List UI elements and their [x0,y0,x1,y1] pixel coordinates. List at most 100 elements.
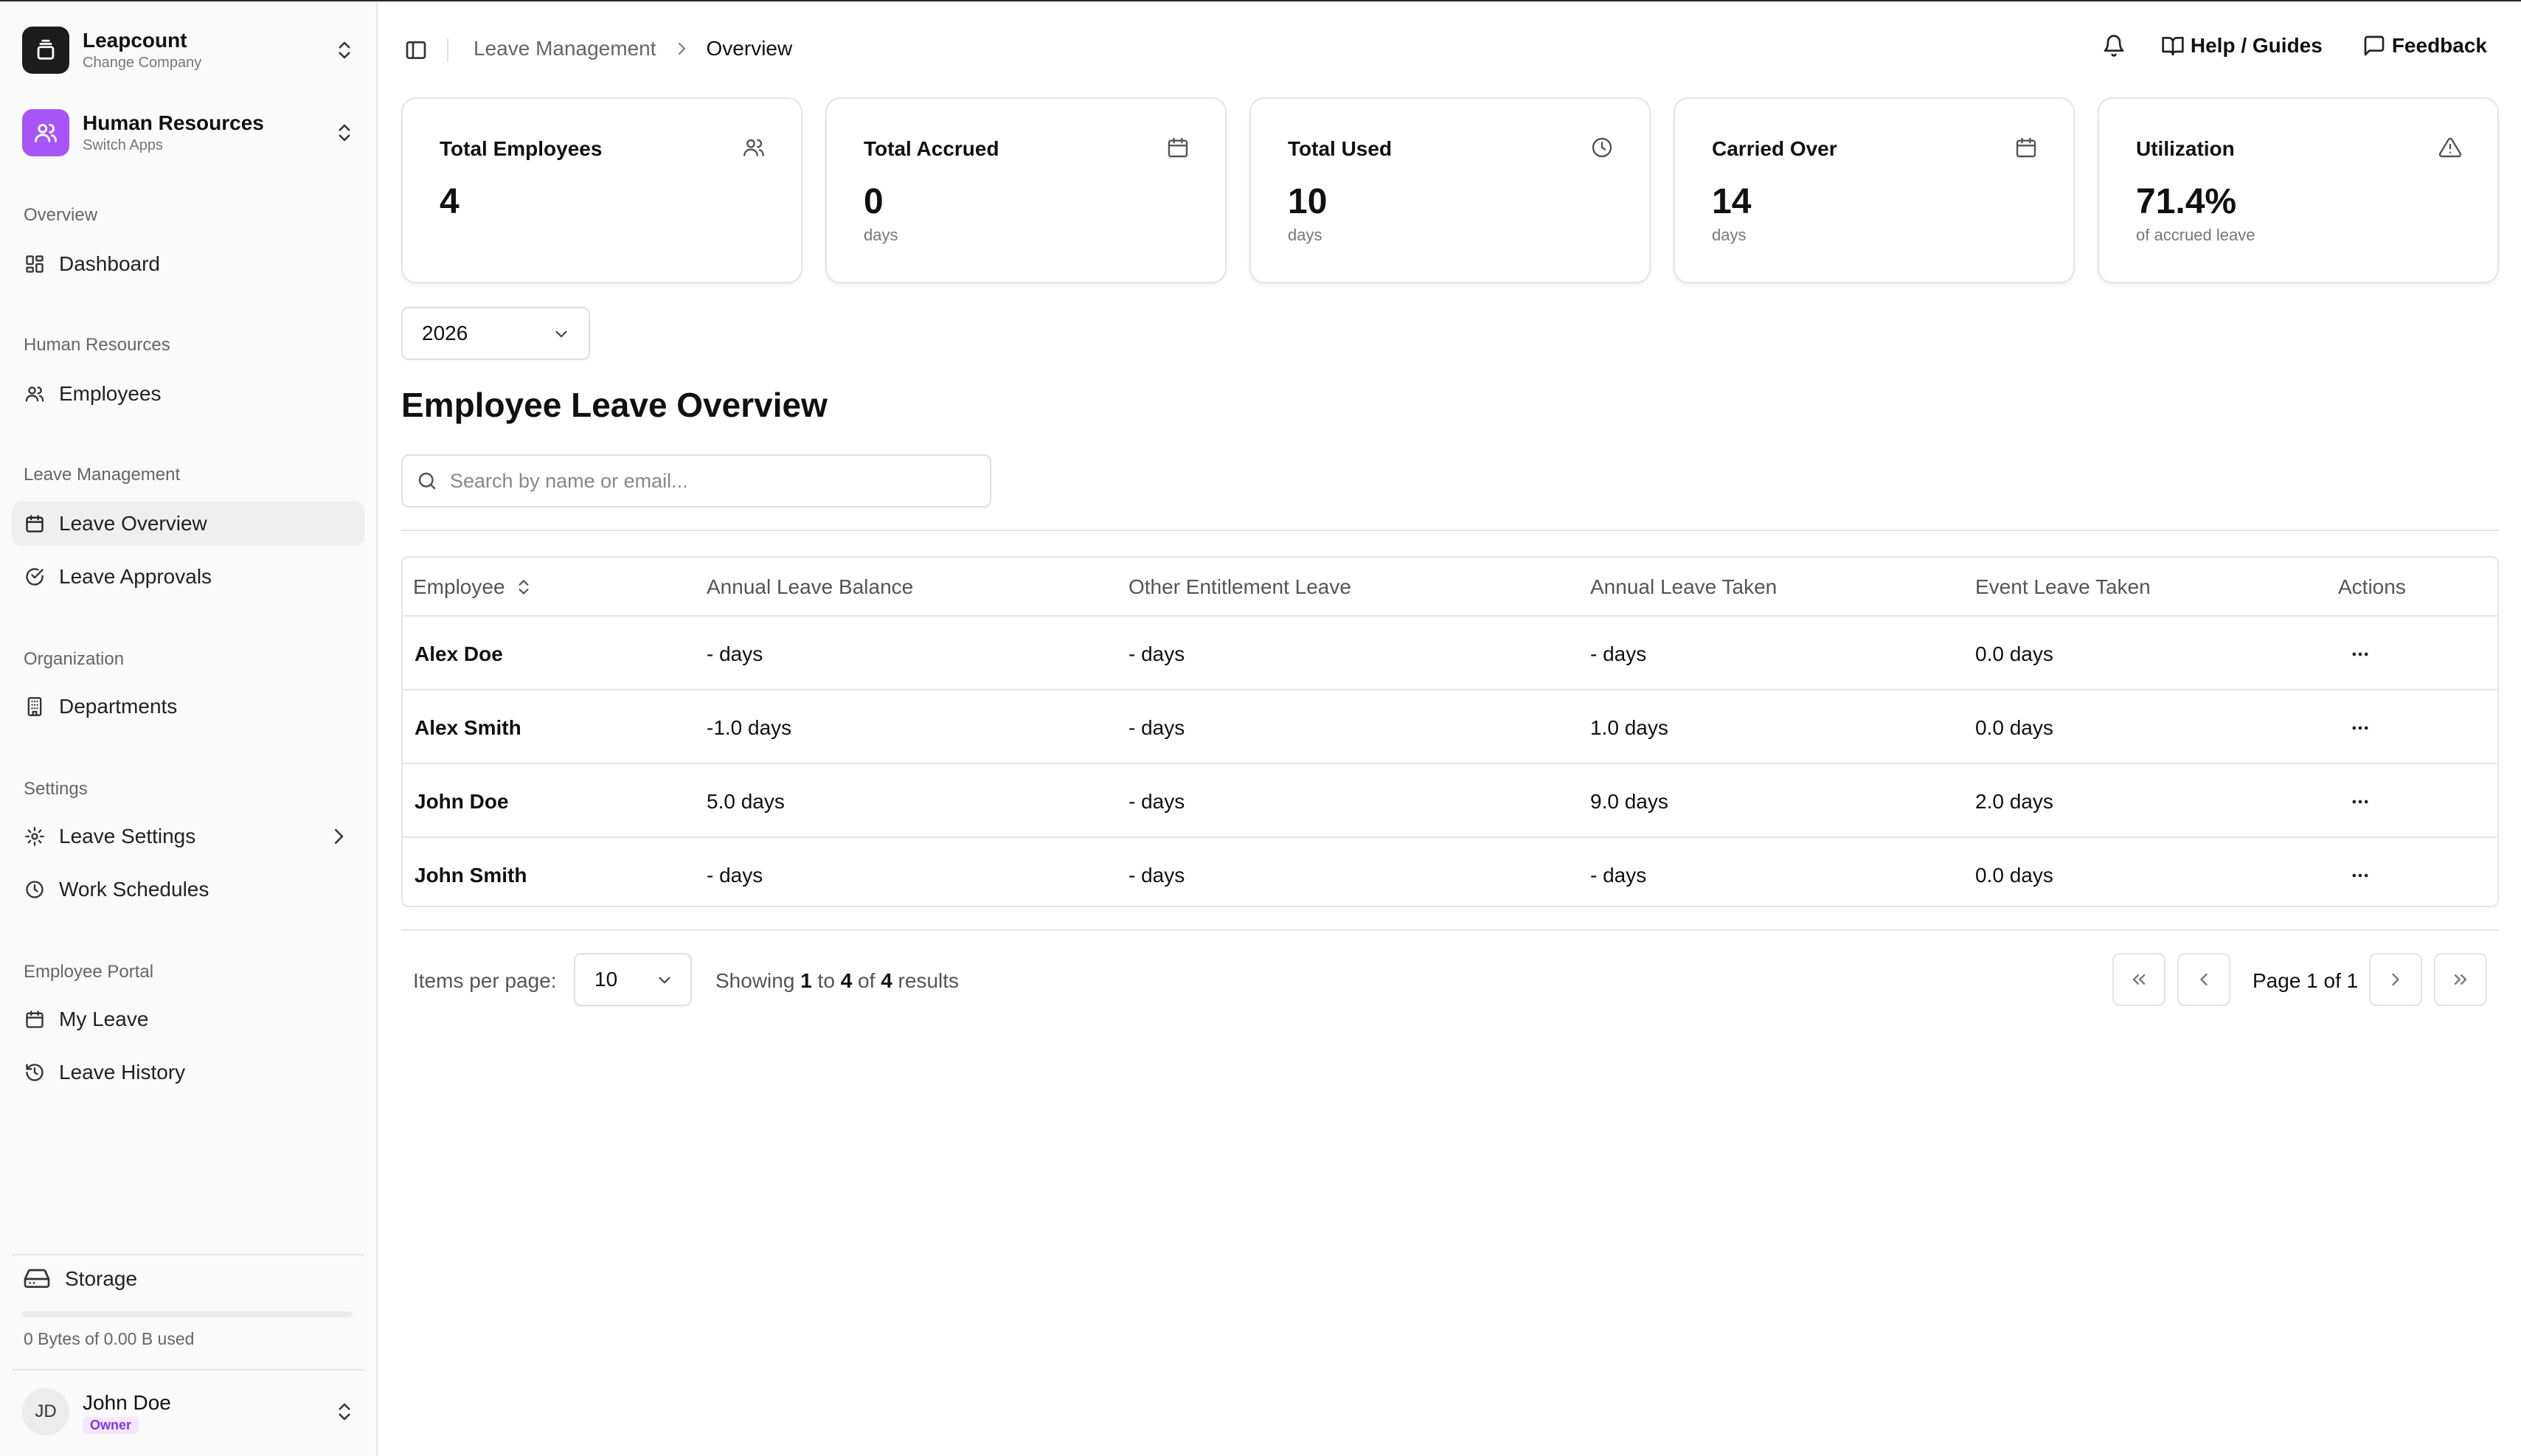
clock-icon [1592,137,1612,158]
sidebar-item-leave-settings[interactable]: Leave Settings [12,814,364,859]
stat-value: 14 [1712,182,1752,221]
breadcrumb-item-leave-management[interactable]: Leave Management [474,37,656,60]
stat-card-total-accrued: Total Accrued 0 days [825,97,1227,283]
results-to: 4 [840,969,853,992]
feedback-button[interactable]: Feedback [2362,34,2487,58]
bell-icon[interactable] [2102,34,2126,58]
cell-employee: John Doe [415,790,509,813]
chevron-down-icon [659,977,670,984]
cell-other-entitlement-leave: - days [1128,790,1185,813]
book-open-icon [2162,37,2184,56]
last-page-button[interactable] [2434,953,2487,1006]
sort-icon [519,580,529,594]
cell-employee: Alex Smith [415,716,521,739]
breadcrumb: Leave Management Overview [474,37,792,60]
search-input[interactable] [450,469,966,493]
stat-title: Utilization [2136,137,2235,160]
sidebar-item-leave-overview[interactable]: Leave Overview [12,502,364,546]
cell-annual-leave-balance: - days [707,642,763,665]
stat-card-utilization: Utilization 71.4% of accrued leave [2098,97,2499,283]
app-switcher[interactable]: Human Resources Switch Apps [22,105,356,161]
results-of-word: of [858,969,875,992]
divider [447,38,448,62]
building-icon [24,696,46,718]
table-row: Alex Smith -1.0 days - days 1.0 days 0.0… [403,692,2497,764]
stat-title: Total Accrued [864,137,999,160]
sidebar-item-dashboard[interactable]: Dashboard [12,242,364,286]
more-actions-icon[interactable] [2345,639,2375,669]
sidebar-item-label: Employees [59,382,162,405]
results-word: results [898,969,960,992]
table-row: Alex Doe - days - days - days 0.0 days [403,618,2497,690]
section-label-organization: Organization [24,649,125,669]
chevron-left-icon [2200,973,2208,986]
results-to-word: to [817,969,835,992]
hard-drive-icon [24,1269,50,1288]
column-header-label: Employee [413,575,505,598]
cell-annual-leave-balance: -1.0 days [707,716,792,739]
stat-card-total-used: Total Used 10 days [1249,97,1651,283]
column-header-employee[interactable]: Employee [413,558,533,617]
sidebar-item-my-leave[interactable]: My Leave [12,997,364,1041]
sidebar-item-label: Leave Approvals [59,565,212,588]
calendar-icon [24,1008,46,1030]
cell-event-leave-taken: 0.0 days [1975,864,2053,887]
feedback-label: Feedback [2391,34,2487,57]
year-select[interactable]: 2026 [401,307,590,360]
column-header-other-entitlement-leave: Other Entitlement Leave [1128,575,1351,598]
help-guides-button[interactable]: Help / Guides [2161,34,2323,58]
sidebar-item-departments[interactable]: Departments [12,684,364,729]
stat-value: 71.4% [2136,182,2237,221]
cell-employee: John Smith [415,864,527,887]
chevrons-left-icon [2132,974,2146,985]
sidebar-item-employees[interactable]: Employees [12,372,364,416]
stat-card-carried-over: Carried Over 14 days [1674,97,2075,283]
chevron-right-icon [2392,973,2399,986]
section-label-human-resources: Human Resources [24,335,170,355]
stat-subtitle: days [864,226,898,244]
pagination: Items per page: 10 Showing 1 to 4 of 4 r… [401,953,2499,1009]
sidebar-item-leave-history[interactable]: Leave History [12,1050,364,1095]
sidebar-item-label: Leave Settings [59,825,196,847]
sidebar-toggle-icon[interactable] [404,38,428,62]
gear-icon [24,825,46,847]
user-name: John Doe [83,1390,171,1414]
more-actions-icon[interactable] [2345,787,2375,817]
stat-card-total-employees: Total Employees 4 [401,97,802,283]
chevron-down-icon [555,330,567,338]
message-square-icon [2364,35,2385,56]
items-per-page-select[interactable]: 10 [574,953,692,1006]
users-icon [24,383,46,405]
sidebar-item-leave-approvals[interactable]: Leave Approvals [12,555,364,599]
user-menu[interactable]: JD John Doe Owner [22,1387,356,1437]
history-icon [24,1061,46,1084]
results-summary: Showing 1 to 4 of 4 results [715,969,959,993]
stat-title: Total Used [1288,137,1393,160]
storage-link[interactable]: Storage [22,1267,137,1291]
company-logo-icon [22,27,69,74]
search-box[interactable] [401,454,991,507]
section-label-leave-management: Leave Management [24,465,181,485]
page-indicator: Page 1 of 1 [2253,969,2359,992]
calendar-icon [1168,137,1188,158]
cell-annual-leave-balance: - days [707,864,763,887]
results-total: 4 [881,969,892,992]
more-actions-icon[interactable] [2345,713,2375,743]
first-page-button[interactable] [2112,953,2165,1006]
company-switcher[interactable]: Leapcount Change Company [22,22,356,78]
sidebar-item-work-schedules[interactable]: Work Schedules [12,867,364,912]
chevrons-up-down-icon [339,41,350,59]
page-title: Employee Leave Overview [401,386,828,424]
sidebar-item-label: Dashboard [59,252,160,275]
stat-value: 10 [1288,182,1328,221]
previous-page-button[interactable] [2177,953,2230,1006]
divider [12,1369,364,1370]
storage-label: Storage [65,1267,138,1290]
next-page-button[interactable] [2369,953,2422,1006]
items-per-page-label: Items per page: [413,969,557,992]
avatar: JD [22,1388,69,1435]
cell-annual-leave-taken: 1.0 days [1590,716,1668,739]
app-logo-icon [22,109,69,156]
table-row: John Doe 5.0 days - days 9.0 days 2.0 da… [403,766,2497,838]
more-actions-icon[interactable] [2345,861,2375,890]
